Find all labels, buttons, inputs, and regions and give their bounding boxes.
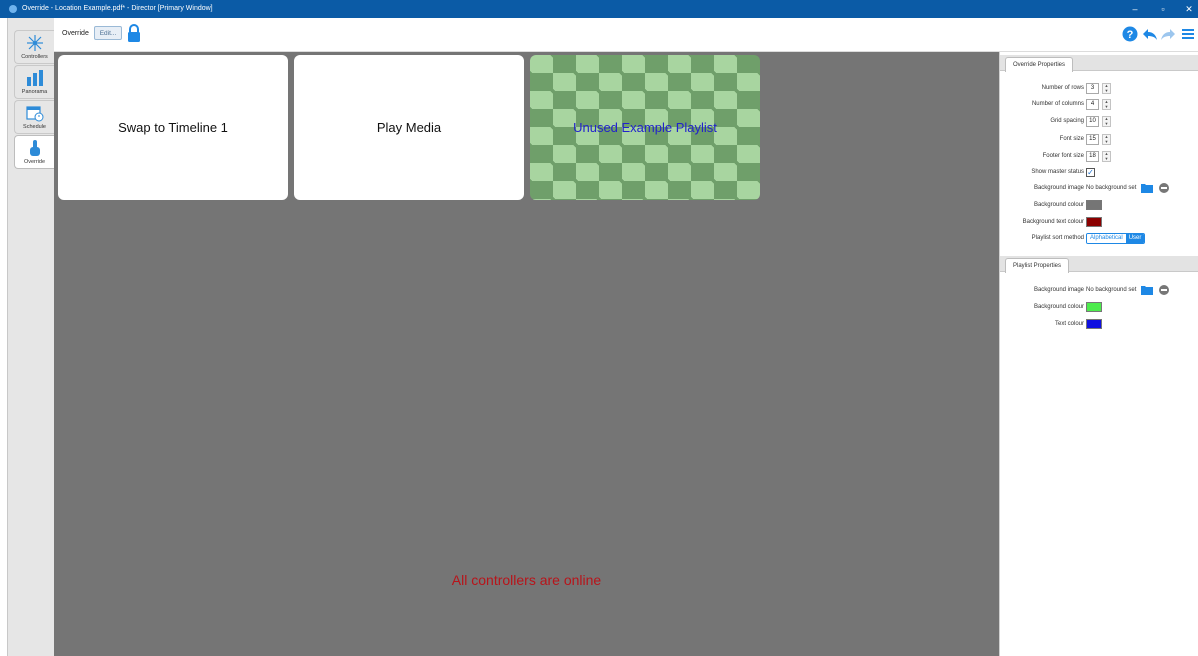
sidebar-label-override: Override <box>23 159 46 165</box>
toolbar: Override Edit... ? <box>54 18 1198 52</box>
tile-label: Unused Example Playlist <box>573 120 717 135</box>
tile-swap-to-timeline[interactable]: Swap to Timeline 1 <box>58 55 288 200</box>
remove-icon[interactable] <box>1159 183 1170 193</box>
spacing-label: Grid spacing <box>1050 118 1084 124</box>
schedule-icon <box>24 103 46 123</box>
override-bg-colour-swatch[interactable] <box>1086 200 1102 210</box>
bg-text-colour-row: Background text colour <box>1000 215 1198 229</box>
override-bg-image-value: No background set <box>1086 185 1137 191</box>
rows-row: Number of rows 3 ▲ ▼ <box>1000 81 1198 95</box>
rows-input[interactable]: 3 <box>1086 82 1099 94</box>
columns-row: Number of columns 4 ▲ ▼ <box>1000 97 1198 111</box>
tab-playlist-properties[interactable]: Playlist Properties <box>1005 258 1070 273</box>
override-bg-image-label: Background image <box>1033 185 1084 191</box>
sort-method-label: Playlist sort method <box>1031 235 1084 241</box>
columns-input[interactable]: 4 <box>1086 98 1099 110</box>
bg-text-colour-swatch[interactable] <box>1086 217 1102 227</box>
override-bg-colour-row: Background colour <box>1000 198 1198 212</box>
sort-user-option[interactable]: User <box>1125 233 1145 243</box>
playlist-bg-image-value: No background set <box>1086 287 1137 293</box>
sort-method-toggle: Alphabetical User <box>1086 232 1146 244</box>
playlist-properties-tabstrip: Playlist Properties <box>1000 256 1198 273</box>
sidebar-item-override[interactable]: Override <box>14 135 54 169</box>
edit-button[interactable]: Edit... <box>94 26 122 40</box>
redo-icon[interactable] <box>1160 26 1176 42</box>
window-title: Override - Location Example.pdf* - Direc… <box>22 5 213 12</box>
left-window-frame <box>0 18 8 656</box>
font-size-input[interactable]: 15 <box>1086 133 1099 145</box>
playlist-bg-colour-swatch[interactable] <box>1086 302 1102 312</box>
override-icon <box>24 138 46 158</box>
tab-override-properties[interactable]: Override Properties <box>1005 57 1074 72</box>
playlist-text-colour-swatch[interactable] <box>1086 319 1102 329</box>
folder-icon[interactable] <box>1141 285 1154 295</box>
sidebar: Controllers Panorama Schedule Override <box>8 18 54 656</box>
columns-label: Number of columns <box>1031 101 1084 107</box>
tile-label: Play Media <box>376 120 442 135</box>
footer-font-stepper[interactable]: ▲ ▼ <box>1102 150 1111 162</box>
playlist-bg-colour-row: Background colour <box>1000 300 1198 314</box>
footer-font-label: Footer font size <box>1042 153 1084 159</box>
page-title: Override <box>62 30 89 37</box>
properties-panel: Override Properties Number of rows 3 ▲ ▼ … <box>999 52 1198 656</box>
app-icon <box>9 5 17 13</box>
master-status-row: Show master status ✓ <box>1000 165 1198 179</box>
status-message: All controllers are online <box>451 572 602 588</box>
footer-font-input[interactable]: 18 <box>1086 150 1099 162</box>
controllers-icon <box>24 33 46 53</box>
columns-stepper[interactable]: ▲ ▼ <box>1102 98 1111 110</box>
sidebar-item-controllers[interactable]: Controllers <box>14 30 54 64</box>
override-canvas: Swap to Timeline 1 Play Media Unused Exa… <box>54 52 999 656</box>
lock-icon[interactable] <box>126 23 142 43</box>
master-status-label: Show master status <box>1031 169 1084 175</box>
override-bg-image-row: Background image No background set <box>1000 181 1198 195</box>
tile-label: Swap to Timeline 1 <box>118 120 228 135</box>
sidebar-label-controllers: Controllers <box>21 54 48 60</box>
footer-font-row: Footer font size 18 ▲ ▼ <box>1000 149 1198 163</box>
playlist-text-colour-label: Text colour <box>1054 321 1084 327</box>
restore-button[interactable]: ▫ <box>1154 0 1172 18</box>
playlist-bg-colour-label: Background colour <box>1033 304 1084 310</box>
sort-alphabetical-option[interactable]: Alphabetical <box>1087 233 1126 243</box>
menu-icon[interactable] <box>1180 26 1196 42</box>
font-size-row: Font size 15 ▲ ▼ <box>1000 132 1198 146</box>
window-title-bar: Override - Location Example.pdf* - Direc… <box>0 0 1198 18</box>
playlist-text-colour-row: Text colour <box>1000 317 1198 331</box>
spacing-input[interactable]: 10 <box>1086 115 1099 127</box>
minimize-button[interactable]: – <box>1126 0 1144 18</box>
sidebar-item-schedule[interactable]: Schedule <box>14 100 54 134</box>
panorama-icon <box>24 68 46 88</box>
spacing-stepper[interactable]: ▲ ▼ <box>1102 115 1111 127</box>
remove-icon[interactable] <box>1159 285 1170 295</box>
playlist-bg-image-row: Background image No background set <box>1000 283 1198 297</box>
font-size-stepper[interactable]: ▲ ▼ <box>1102 133 1111 145</box>
undo-icon[interactable] <box>1142 26 1158 42</box>
rows-stepper[interactable]: ▲ ▼ <box>1102 82 1111 94</box>
sort-method-row: Playlist sort method Alphabetical User <box>1000 231 1198 245</box>
override-bg-colour-label: Background colour <box>1033 202 1084 208</box>
sidebar-label-panorama: Panorama <box>21 89 48 95</box>
bg-text-colour-label: Background text colour <box>1022 219 1084 225</box>
close-button[interactable]: ✕ <box>1180 0 1198 18</box>
override-properties-tabstrip: Override Properties <box>1000 55 1198 72</box>
master-status-checkbox[interactable]: ✓ <box>1086 167 1095 177</box>
rows-label: Number of rows <box>1041 85 1084 91</box>
sidebar-item-panorama[interactable]: Panorama <box>14 65 54 99</box>
folder-icon[interactable] <box>1141 183 1154 193</box>
playlist-bg-image-label: Background image <box>1033 287 1084 293</box>
sidebar-label-schedule: Schedule <box>23 124 46 130</box>
font-size-label: Font size <box>1059 136 1084 142</box>
spacing-row: Grid spacing 10 ▲ ▼ <box>1000 114 1198 128</box>
tile-play-media[interactable]: Play Media <box>294 55 524 200</box>
help-icon[interactable]: ? <box>1122 26 1138 42</box>
svg-text:?: ? <box>1127 29 1134 41</box>
tile-unused-example-playlist[interactable]: Unused Example Playlist <box>530 55 760 200</box>
